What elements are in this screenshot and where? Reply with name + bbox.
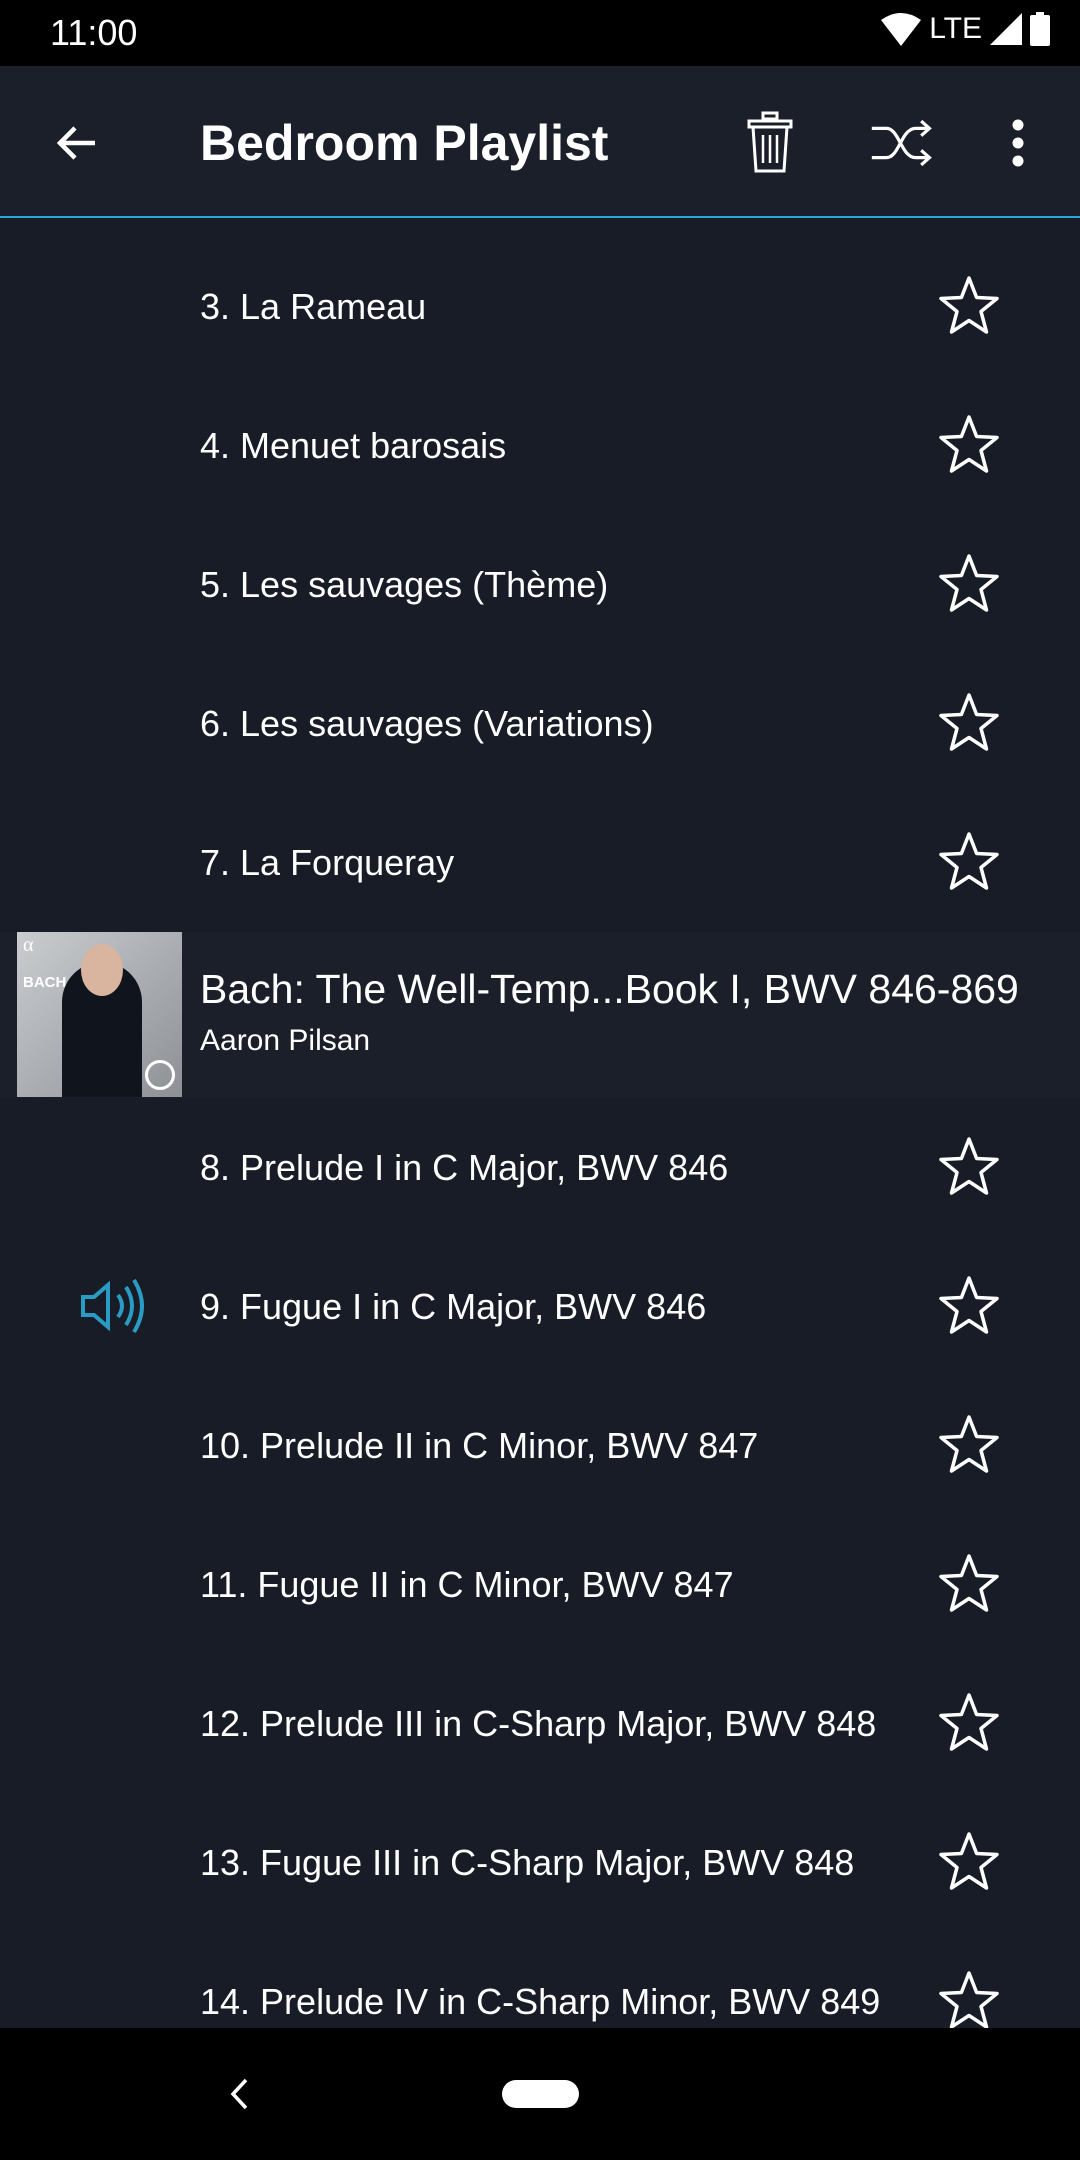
track-title: 7. La Forqueray: [200, 841, 455, 883]
track-title: 12. Prelude III in C-Sharp Major, BWV 84…: [200, 1702, 877, 1744]
star-icon[interactable]: [938, 1831, 1000, 1893]
album-title: Bach: The Well-Temp...Book I, BWV 846-86…: [200, 966, 1019, 1012]
status-time: 11:00: [50, 12, 138, 53]
track-row[interactable]: 14. Prelude IV in C-Sharp Minor, BWV 849: [0, 1932, 1080, 2028]
star-icon[interactable]: [938, 275, 1000, 337]
signal-icon: [990, 13, 1022, 45]
track-title: 3. La Rameau: [200, 285, 427, 327]
battery-icon: [1030, 12, 1050, 46]
track-row[interactable]: 10. Prelude II in C Minor, BWV 847: [0, 1376, 1080, 1515]
cover-text: BACH: [23, 974, 67, 991]
album-header[interactable]: α BACH Bach: The Well-Temp...Book I, BWV…: [0, 932, 1080, 1098]
track-title: 6. Les sauvages (Variations): [200, 702, 654, 744]
star-icon[interactable]: [938, 1136, 1000, 1198]
now-playing-speaker-icon: [81, 1278, 144, 1334]
star-icon[interactable]: [938, 1553, 1000, 1615]
track-row[interactable]: 11. Fugue II in C Minor, BWV 847: [0, 1515, 1080, 1654]
star-icon[interactable]: [938, 1970, 1000, 2028]
track-title: 10. Prelude II in C Minor, BWV 847: [200, 1424, 759, 1466]
track-title: 4. Menuet barosais: [200, 424, 507, 466]
star-icon[interactable]: [938, 831, 1000, 893]
track-title: 14. Prelude IV in C-Sharp Minor, BWV 849: [200, 1980, 881, 2022]
shuffle-icon: [871, 119, 932, 167]
network-type: LTE: [929, 12, 982, 45]
track-title: 5. Les sauvages (Thème): [200, 563, 609, 605]
track-title: 11. Fugue II in C Minor, BWV 847: [200, 1563, 734, 1605]
track-row[interactable]: 8. Prelude I in C Major, BWV 846: [0, 1098, 1080, 1237]
star-icon[interactable]: [938, 692, 1000, 754]
more-options-button[interactable]: [986, 111, 1050, 175]
track-row[interactable]: 3. La Rameau: [0, 237, 1080, 376]
track-row[interactable]: 4. Menuet barosais: [0, 376, 1080, 515]
album-art: α BACH: [17, 932, 182, 1097]
page-title: Bedroom Playlist: [200, 115, 609, 171]
back-arrow-icon: [56, 126, 95, 160]
track-title: 8. Prelude I in C Major, BWV 846: [200, 1146, 729, 1188]
shuffle-button[interactable]: [870, 111, 934, 175]
star-icon[interactable]: [938, 414, 1000, 476]
track-row[interactable]: 6. Les sauvages (Variations): [0, 654, 1080, 793]
track-row[interactable]: 7. La Forqueray: [0, 793, 1080, 932]
app-bar: Bedroom Playlist: [0, 66, 1080, 218]
track-row[interactable]: 13. Fugue III in C-Sharp Major, BWV 848: [0, 1793, 1080, 1932]
track-row[interactable]: 12. Prelude III in C-Sharp Major, BWV 84…: [0, 1654, 1080, 1793]
star-icon[interactable]: [938, 1275, 1000, 1337]
star-icon[interactable]: [938, 1414, 1000, 1476]
home-pill[interactable]: [502, 2080, 579, 2108]
nav-back-icon[interactable]: [228, 2078, 250, 2110]
playlist-track-list[interactable]: 3. La Rameau 4. Menuet barosais 5. Les sau…: [0, 218, 1080, 2028]
track-row[interactable]: 9. Fugue I in C Major, BWV 846: [0, 1237, 1080, 1376]
trash-icon: [747, 111, 793, 173]
album-artist: Aaron Pilsan: [200, 1024, 371, 1057]
track-title: 9. Fugue I in C Major, BWV 846: [200, 1285, 707, 1327]
wifi-icon: [881, 13, 922, 46]
star-icon[interactable]: [938, 553, 1000, 615]
navigation-bar: [0, 2028, 1080, 2160]
more-vert-icon: [1012, 119, 1024, 167]
delete-playlist-button[interactable]: [738, 111, 802, 175]
status-bar: 11:00 LTE: [0, 0, 1080, 66]
track-title: 13. Fugue III in C-Sharp Major, BWV 848: [200, 1841, 855, 1883]
back-button[interactable]: [45, 111, 109, 175]
star-icon[interactable]: [938, 1692, 1000, 1754]
track-row[interactable]: 5. Les sauvages (Thème): [0, 515, 1080, 654]
